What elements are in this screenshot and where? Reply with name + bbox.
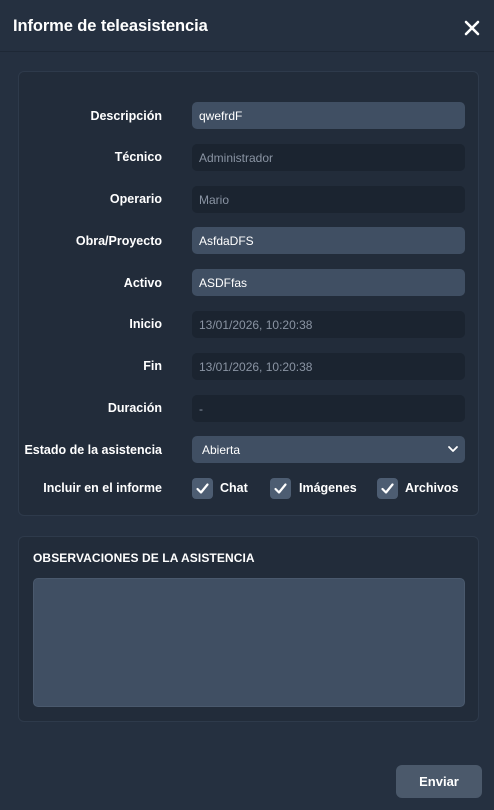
check-icon	[196, 483, 209, 494]
operario-label: Operario	[109, 192, 162, 206]
fin-label: Fin	[143, 359, 162, 373]
inicio-label: Inicio	[129, 317, 162, 331]
tecnico-field: Administrador	[192, 144, 465, 171]
observaciones-textarea[interactable]	[33, 578, 465, 707]
tecnico-label: Técnico	[114, 150, 162, 164]
estado-select-value: Abierta	[202, 442, 241, 457]
operario-field: Mario	[192, 186, 465, 213]
check-icon	[274, 483, 287, 494]
activo-label: Activo	[123, 276, 162, 290]
archivos-checkbox[interactable]	[377, 478, 398, 499]
send-button[interactable]: Enviar	[396, 765, 482, 798]
duracion-field: -	[192, 395, 465, 422]
chat-checkbox[interactable]	[192, 478, 213, 499]
estado-select[interactable]: Abierta	[192, 436, 465, 463]
activo-field[interactable]: ASDFfas	[192, 269, 465, 296]
observaciones-title: OBSERVACIONES DE LA ASISTENCIA	[33, 551, 255, 565]
report-form-card: Descripción qwefrdF Técnico Administrado…	[18, 71, 479, 516]
chevron-down-icon	[448, 446, 458, 452]
estado-label: Estado de la asistencia	[24, 443, 162, 457]
descripcion-field[interactable]: qwefrdF	[192, 102, 465, 129]
imagenes-checkbox-label: Imágenes	[299, 481, 357, 495]
inicio-field: 13/01/2026, 10:20:38	[192, 311, 465, 338]
fin-field: 13/01/2026, 10:20:38	[192, 353, 465, 380]
archivos-checkbox-label: Archivos	[405, 481, 459, 495]
dialog-title: Informe de teleasistencia	[13, 17, 208, 35]
descripcion-label: Descripción	[90, 109, 162, 123]
close-icon[interactable]	[462, 18, 482, 38]
observaciones-card: OBSERVACIONES DE LA ASISTENCIA	[18, 536, 479, 722]
obra-field[interactable]: AsfdaDFS	[192, 227, 465, 254]
check-icon	[381, 483, 394, 494]
dialog-header: Informe de teleasistencia	[0, 0, 494, 52]
chat-checkbox-label: Chat	[220, 481, 248, 495]
duracion-label: Duración	[107, 401, 162, 415]
incluir-label: Incluir en el informe	[43, 481, 162, 495]
obra-label: Obra/Proyecto	[75, 234, 162, 248]
imagenes-checkbox[interactable]	[270, 478, 291, 499]
